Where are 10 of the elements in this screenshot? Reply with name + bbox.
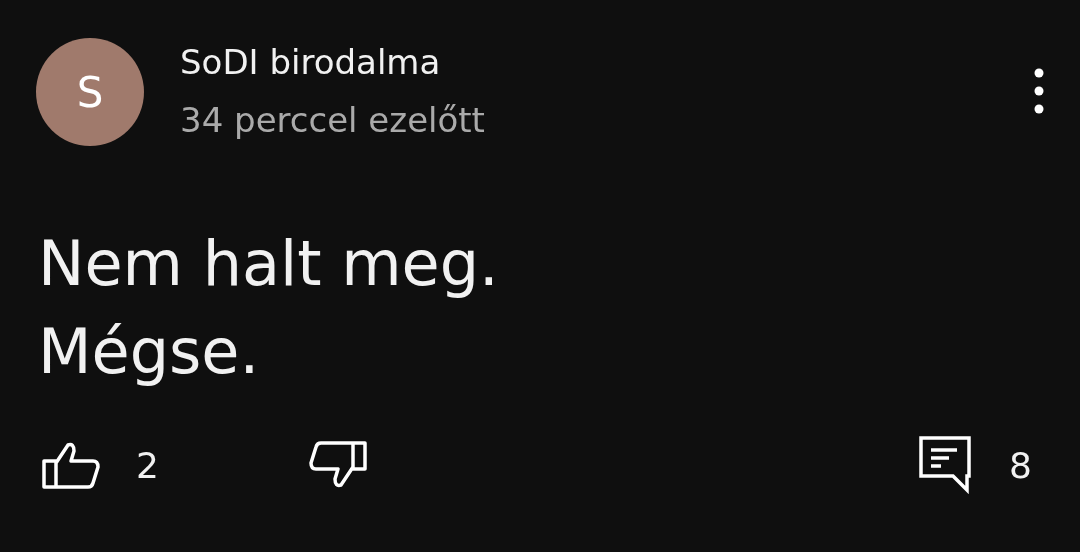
comment-time: 34 perccel ezelőtt bbox=[180, 99, 486, 142]
comment-text: Nem halt meg. Mégse. bbox=[38, 226, 500, 390]
reply-icon[interactable] bbox=[919, 436, 972, 494]
like-count: 2 bbox=[136, 444, 159, 486]
author-name[interactable]: SoDI birodalma bbox=[180, 40, 1034, 84]
thumbs-up-icon[interactable] bbox=[42, 441, 100, 489]
more-options-icon[interactable] bbox=[1034, 68, 1044, 114]
reply-count: 8 bbox=[1009, 444, 1032, 486]
thumbs-down-icon[interactable] bbox=[308, 441, 367, 489]
avatar[interactable]: S bbox=[36, 38, 144, 146]
